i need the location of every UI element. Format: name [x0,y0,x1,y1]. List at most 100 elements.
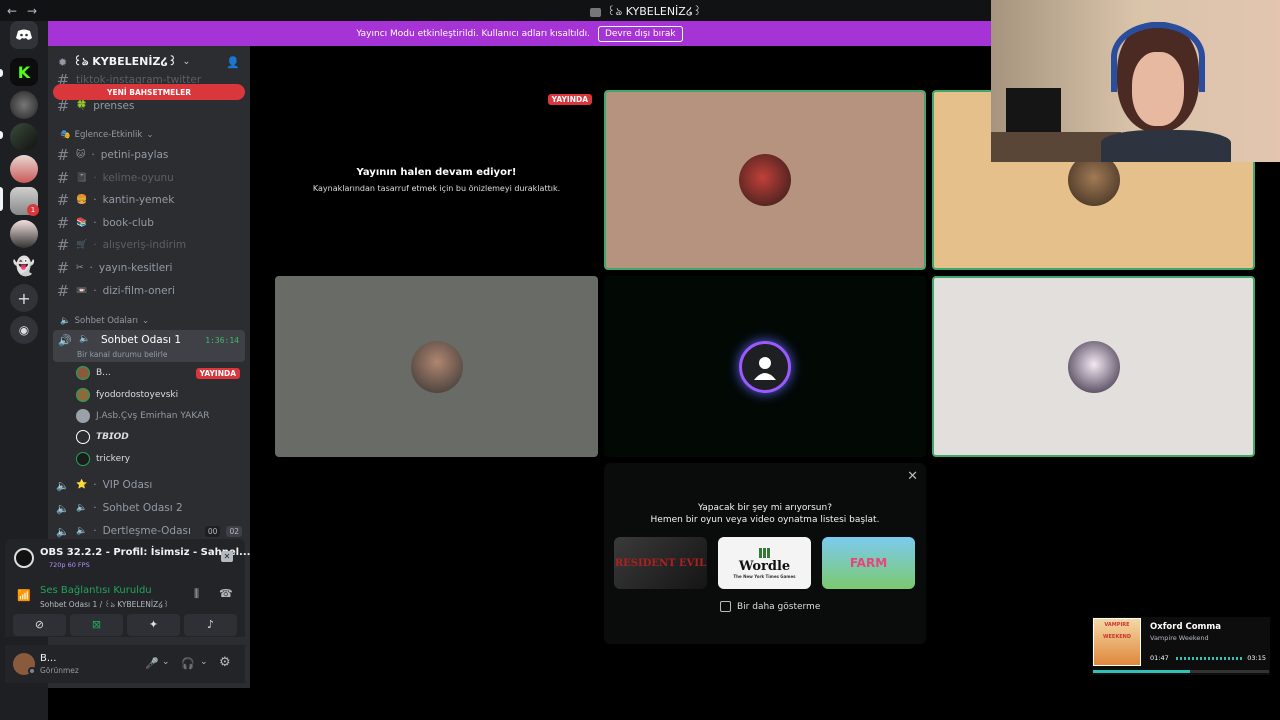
category-sohbet[interactable]: 🔈 Sohbet Odaları ⌄ [60,316,149,326]
speaker-icon: 🔈 [60,316,71,326]
paused-stream-tile[interactable]: YAYINDA Yayının halen devam ediyor! Kayn… [275,90,598,270]
progress-track[interactable] [1093,670,1269,673]
add-server-icon[interactable]: + [10,284,38,312]
channel-book-club[interactable]: # 📚 · book-club [56,213,242,233]
headphones-icon[interactable]: 🎧 [181,657,195,670]
participant-avatar [739,154,791,206]
voice-channel-sohbet-2[interactable]: 🔈 🔈 · Sohbet Odası 2 [56,498,242,518]
dont-show-again[interactable]: Bir daha gösterme [720,601,820,612]
voice-user[interactable]: J.Asb.Çvş Emirhan YAKAR [76,407,240,425]
camera-off-button[interactable]: ⊘ [13,614,66,636]
voice-user[interactable]: fyodordostoyevski [76,386,240,404]
screen-share-button[interactable]: ⊠ [70,614,123,636]
disable-streamer-mode-button[interactable]: Devre dışı bırak [597,25,683,42]
voice-channel-name: Sohbet Odası 1 [101,334,182,346]
server-icon-dark[interactable] [10,91,38,119]
game-title: FARM [849,556,888,570]
server-thumbnail-icon [590,8,601,17]
channel-label: prenses [93,100,135,112]
category-eglence[interactable]: 🎭 Eglence-Etkinlik ⌄ [60,130,153,140]
activity-prompt-sub: Hemen bir oyun veya video oynatma listes… [650,515,880,525]
settings-gear-icon[interactable]: ⚙ [219,655,231,670]
participant-tile[interactable] [604,276,926,457]
user-status: Görünmez [40,666,79,675]
unread-pill [0,69,3,77]
channel-emoji-icon: 🔈 [76,503,88,513]
voice-user[interactable]: 𝙏𝘽𝙄𝙊𝘿 [76,428,240,446]
game-title: Wordle [738,558,791,574]
voice-timer: 1:36:14 [205,336,239,345]
window-title-text: ꒰ঌ KYBELENİZ໒꒱ [607,5,702,18]
user-name: fyodordostoyevski [96,390,179,400]
discover-icon[interactable]: ◉ [10,316,38,344]
invite-icon[interactable]: 👤 [226,56,240,69]
voice-user[interactable]: trickery [76,450,240,468]
game-card-farm[interactable]: FARM [822,537,915,589]
user-limit: 02 [226,525,242,537]
checkbox[interactable] [720,601,731,612]
speaker-icon: 🔈 [56,502,70,515]
channel-label: alışveriş-indirim [102,239,187,251]
game-card-resident-evil[interactable]: RESIDENT EVIL [614,537,707,589]
voice-user[interactable]: B... YAYINDA [76,364,240,382]
server-icon-girl[interactable] [10,155,38,183]
soundboard-button[interactable]: ♪ [184,614,237,636]
live-badge: YAYINDA [195,367,240,379]
album-art: VAMPIRE WEEKEND [1093,618,1141,666]
microphone-icon[interactable]: 🎤 [145,657,159,670]
close-icon[interactable]: ✕ [907,469,918,484]
progress-fill [1093,670,1190,673]
channel-yayin-kesitleri[interactable]: # ✂ · yayın-kesitleri [56,258,242,278]
voice-channel-dertlesme[interactable]: 🔈 🔈 · Dertleşme-Odası 00 02 [56,521,242,541]
participant-tile[interactable] [932,276,1255,457]
chevron-down-icon[interactable]: ⌄ [162,657,170,667]
game-card-wordle[interactable]: Wordle The New York Times Games [718,537,811,589]
status-dot [28,667,36,675]
activities-button[interactable]: ✦ [127,614,180,636]
channel-petini-paylas[interactable]: # 🐱 · petini-paylas [56,145,242,165]
channel-dizi-film-oneri[interactable]: # 📼 · dizi-film-oneri [56,281,242,301]
discord-home-icon[interactable] [10,21,38,49]
server-icon-anime[interactable] [10,220,38,248]
speaker-active-icon: 🔊 [58,334,72,347]
stop-stream-icon[interactable]: ✕ [221,551,233,562]
banner-text: Yayıncı Modu etkinleştirildi. Kullanıcı … [356,28,590,39]
back-arrow-icon[interactable]: ← [4,4,20,18]
channel-emoji-icon: 📓 [76,173,88,183]
avatar [76,430,90,444]
channel-status-prompt[interactable]: Bir kanal durumu belirle [77,350,167,359]
disconnect-icon[interactable]: ☎ [219,587,233,600]
voice-channel-vip[interactable]: 🔈 ⭐ · VIP Odası [56,475,242,495]
activity-prompt-title: Yapacak bir şey mi arıyorsun? [698,503,832,513]
forward-arrow-icon[interactable]: → [24,4,40,18]
paused-title: Yayının halen devam ediyor! [356,167,517,178]
channel-label: kantin-yemek [102,194,175,206]
live-badge: YAYINDA [547,94,592,105]
channel-emoji-icon: 🔈 [76,526,88,536]
track-title: Oxford Comma [1150,622,1222,632]
server-icon-ghost[interactable]: 👻 [10,252,38,280]
channel-prenses[interactable]: # 🍀 prenses [56,96,242,116]
server-icon-portrait[interactable] [10,123,38,151]
track-artist: Vampire Weekend [1150,634,1209,642]
voice-status[interactable]: Ses Bağlantısı Kuruldu [40,585,152,596]
user-silhouette-icon [754,356,776,380]
window-title: ꒰ঌ KYBELENİZ໒꒱ [590,3,701,22]
channel-label: kelime-oyunu [102,172,174,184]
server-settings-icon: ✹ [58,55,68,69]
chevron-down-icon[interactable]: ⌄ [200,657,208,667]
channel-kantin-yemek[interactable]: # 🍔 · kantin-yemek [56,190,242,210]
channel-alisveris[interactable]: # 🛒 · alışveriş-indirim [56,235,242,255]
user-name: B... [96,368,111,378]
channel-kelime-oyunu[interactable]: # 📓 · kelime-oyunu [56,168,242,188]
voice-channel-path[interactable]: Sohbet Odası 1 / ꒰ঌ KYBELENİZ໒꒱ [40,599,169,612]
kick-server-icon[interactable]: K [10,58,38,86]
noise-suppression-icon[interactable]: ⫼ [194,587,199,601]
stream-title: OBS 32.2.2 - Profil: İsimsiz - Sahnel... [40,547,251,558]
stream-quality: 720p 60 FPS [49,561,90,569]
participant-tile[interactable] [604,90,926,270]
participant-tile[interactable] [275,276,598,457]
speaker-icon: 🔈 [79,334,91,344]
active-voice-channel[interactable]: 🔊 🔈 Sohbet Odası 1 1:36:14 Bir kanal dur… [53,330,245,362]
now-playing-widget: VAMPIRE WEEKEND Oxford Comma Vampire Wee… [1092,617,1270,675]
